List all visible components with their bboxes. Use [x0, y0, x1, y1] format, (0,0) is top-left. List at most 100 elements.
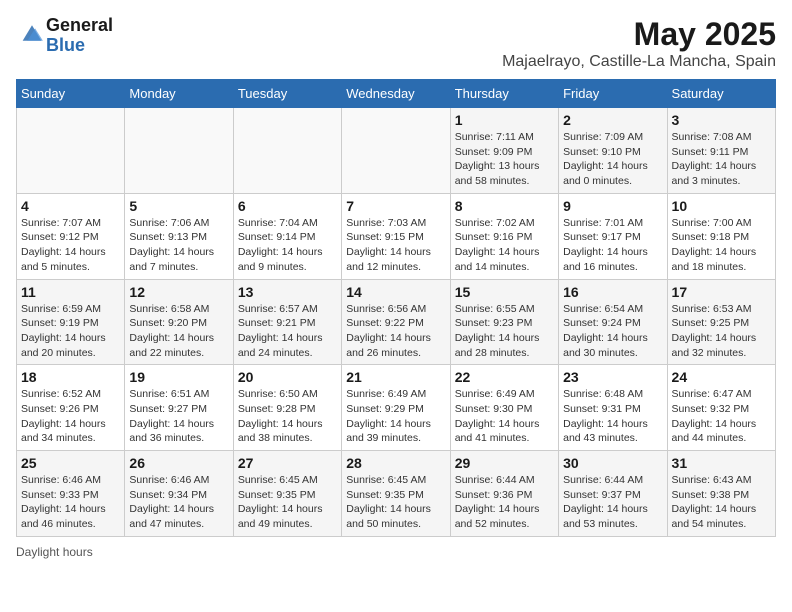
calendar-cell: 9Sunrise: 7:01 AMSunset: 9:17 PMDaylight…	[559, 193, 667, 279]
day-info: Sunrise: 6:50 AMSunset: 9:28 PMDaylight:…	[238, 387, 337, 446]
day-number: 8	[455, 198, 554, 214]
calendar-cell: 21 Sunrise: 6:49 AMSunset: 9:29 PMDayligh…	[342, 365, 450, 451]
calendar-header: SundayMondayTuesdayWednesdayThursdayFrid…	[17, 80, 776, 108]
calendar-week-1: 1 Sunrise: 7:11 AMSunset: 9:09 PMDaylight…	[17, 108, 776, 194]
calendar-cell: 10 Sunrise: 7:00 AMSunset: 9:18 PMDayligh…	[667, 193, 775, 279]
calendar-cell: 24 Sunrise: 6:47 AMSunset: 9:32 PMDayligh…	[667, 365, 775, 451]
day-number: 17	[672, 284, 771, 300]
day-number: 16	[563, 284, 662, 300]
day-number: 31	[672, 455, 771, 471]
day-info: Sunrise: 6:44 AMSunset: 9:37 PMDaylight:…	[563, 473, 662, 532]
calendar-cell: 7 Sunrise: 7:03 AMSunset: 9:15 PMDaylight…	[342, 193, 450, 279]
calendar-cell: 13 Sunrise: 6:57 AMSunset: 9:21 PMDayligh…	[233, 279, 341, 365]
calendar-cell	[125, 108, 233, 194]
calendar-cell: 12Sunrise: 6:58 AMSunset: 9:20 PMDayligh…	[125, 279, 233, 365]
calendar-cell: 22Sunrise: 6:49 AMSunset: 9:30 PMDayligh…	[450, 365, 558, 451]
calendar-cell: 5Sunrise: 7:06 AMSunset: 9:13 PMDaylight…	[125, 193, 233, 279]
day-number: 22	[455, 369, 554, 385]
day-number: 26	[129, 455, 228, 471]
day-info: Sunrise: 6:47 AMSunset: 9:32 PMDaylight:…	[672, 387, 771, 446]
logo-blue-text: Blue	[46, 35, 85, 55]
title-block: May 2025 Majaelrayo, Castille-La Mancha,…	[502, 16, 776, 71]
calendar-cell: 23 Sunrise: 6:48 AMSunset: 9:31 PMDayligh…	[559, 365, 667, 451]
day-info: Sunrise: 6:55 AMSunset: 9:23 PMDaylight:…	[455, 302, 554, 361]
day-number: 3	[672, 112, 771, 128]
day-info: Sunrise: 7:01 AMSunset: 9:17 PMDaylight:…	[563, 216, 662, 275]
calendar-cell: 1 Sunrise: 7:11 AMSunset: 9:09 PMDaylight…	[450, 108, 558, 194]
weekday-header-thursday: Thursday	[450, 80, 558, 108]
day-info: Sunrise: 6:43 AMSunset: 9:38 PMDaylight:…	[672, 473, 771, 532]
day-number: 20	[238, 369, 337, 385]
calendar-cell: 16 Sunrise: 6:54 AMSunset: 9:24 PMDayligh…	[559, 279, 667, 365]
weekday-header-wednesday: Wednesday	[342, 80, 450, 108]
day-number: 30	[563, 455, 662, 471]
day-number: 27	[238, 455, 337, 471]
day-info: Sunrise: 7:00 AMSunset: 9:18 PMDaylight:…	[672, 216, 771, 275]
day-number: 11	[21, 284, 120, 300]
day-info: Sunrise: 7:04 AMSunset: 9:14 PMDaylight:…	[238, 216, 337, 275]
calendar-cell: 30 Sunrise: 6:44 AMSunset: 9:37 PMDayligh…	[559, 451, 667, 537]
day-info: Sunrise: 6:51 AMSunset: 9:27 PMDaylight:…	[129, 387, 228, 446]
day-number: 1	[455, 112, 554, 128]
calendar-cell: 27Sunrise: 6:45 AMSunset: 9:35 PMDayligh…	[233, 451, 341, 537]
day-number: 23	[563, 369, 662, 385]
calendar-cell: 19 Sunrise: 6:51 AMSunset: 9:27 PMDayligh…	[125, 365, 233, 451]
calendar-cell	[17, 108, 125, 194]
day-number: 21	[346, 369, 445, 385]
day-number: 14	[346, 284, 445, 300]
day-info: Sunrise: 7:07 AMSunset: 9:12 PMDaylight:…	[21, 216, 120, 275]
footer-note: Daylight hours	[16, 545, 776, 559]
weekday-header-sunday: Sunday	[17, 80, 125, 108]
calendar-cell: 14 Sunrise: 6:56 AMSunset: 9:22 PMDayligh…	[342, 279, 450, 365]
day-number: 24	[672, 369, 771, 385]
logo: General Blue	[16, 16, 113, 56]
day-info: Sunrise: 6:44 AMSunset: 9:36 PMDaylight:…	[455, 473, 554, 532]
day-info: Sunrise: 6:46 AMSunset: 9:34 PMDaylight:…	[129, 473, 228, 532]
calendar-week-3: 11Sunrise: 6:59 AMSunset: 9:19 PMDayligh…	[17, 279, 776, 365]
calendar-cell: 17 Sunrise: 6:53 AMSunset: 9:25 PMDayligh…	[667, 279, 775, 365]
day-number: 29	[455, 455, 554, 471]
day-info: Sunrise: 6:58 AMSunset: 9:20 PMDaylight:…	[129, 302, 228, 361]
day-number: 28	[346, 455, 445, 471]
day-number: 25	[21, 455, 120, 471]
subtitle: Majaelrayo, Castille-La Mancha, Spain	[502, 53, 776, 71]
day-info: Sunrise: 6:56 AMSunset: 9:22 PMDaylight:…	[346, 302, 445, 361]
calendar-cell: 3Sunrise: 7:08 AMSunset: 9:11 PMDaylight…	[667, 108, 775, 194]
day-info: Sunrise: 7:09 AMSunset: 9:10 PMDaylight:…	[563, 130, 662, 189]
calendar-cell: 29 Sunrise: 6:44 AMSunset: 9:36 PMDayligh…	[450, 451, 558, 537]
page-header: General Blue May 2025 Majaelrayo, Castil…	[16, 16, 776, 71]
day-info: Sunrise: 6:54 AMSunset: 9:24 PMDaylight:…	[563, 302, 662, 361]
day-info: Sunrise: 6:48 AMSunset: 9:31 PMDaylight:…	[563, 387, 662, 446]
calendar-cell: 18Sunrise: 6:52 AMSunset: 9:26 PMDayligh…	[17, 365, 125, 451]
day-number: 6	[238, 198, 337, 214]
calendar-cell	[342, 108, 450, 194]
day-info: Sunrise: 7:06 AMSunset: 9:13 PMDaylight:…	[129, 216, 228, 275]
calendar-cell: 28 Sunrise: 6:45 AMSunset: 9:35 PMDayligh…	[342, 451, 450, 537]
calendar-cell: 2Sunrise: 7:09 AMSunset: 9:10 PMDaylight…	[559, 108, 667, 194]
weekday-header-tuesday: Tuesday	[233, 80, 341, 108]
calendar-week-5: 25 Sunrise: 6:46 AMSunset: 9:33 PMDayligh…	[17, 451, 776, 537]
calendar-cell: 25 Sunrise: 6:46 AMSunset: 9:33 PMDayligh…	[17, 451, 125, 537]
day-info: Sunrise: 6:46 AMSunset: 9:33 PMDaylight:…	[21, 473, 120, 532]
day-number: 13	[238, 284, 337, 300]
logo-general-text: General	[46, 15, 113, 35]
day-info: Sunrise: 6:57 AMSunset: 9:21 PMDaylight:…	[238, 302, 337, 361]
day-info: Sunrise: 7:03 AMSunset: 9:15 PMDaylight:…	[346, 216, 445, 275]
day-number: 7	[346, 198, 445, 214]
calendar-cell: 31 Sunrise: 6:43 AMSunset: 9:38 PMDayligh…	[667, 451, 775, 537]
day-number: 19	[129, 369, 228, 385]
day-info: Sunrise: 6:45 AMSunset: 9:35 PMDaylight:…	[346, 473, 445, 532]
calendar-cell: 11Sunrise: 6:59 AMSunset: 9:19 PMDayligh…	[17, 279, 125, 365]
day-number: 10	[672, 198, 771, 214]
day-number: 15	[455, 284, 554, 300]
day-info: Sunrise: 6:49 AMSunset: 9:29 PMDaylight:…	[346, 387, 445, 446]
day-info: Sunrise: 7:02 AMSunset: 9:16 PMDaylight:…	[455, 216, 554, 275]
day-info: Sunrise: 7:11 AMSunset: 9:09 PMDaylight:…	[455, 130, 554, 189]
day-number: 18	[21, 369, 120, 385]
calendar-cell: 26 Sunrise: 6:46 AMSunset: 9:34 PMDayligh…	[125, 451, 233, 537]
calendar-cell: 20 Sunrise: 6:50 AMSunset: 9:28 PMDayligh…	[233, 365, 341, 451]
main-title: May 2025	[502, 16, 776, 53]
calendar-cell: 4Sunrise: 7:07 AMSunset: 9:12 PMDaylight…	[17, 193, 125, 279]
calendar-cell: 15 Sunrise: 6:55 AMSunset: 9:23 PMDayligh…	[450, 279, 558, 365]
day-info: Sunrise: 6:53 AMSunset: 9:25 PMDaylight:…	[672, 302, 771, 361]
